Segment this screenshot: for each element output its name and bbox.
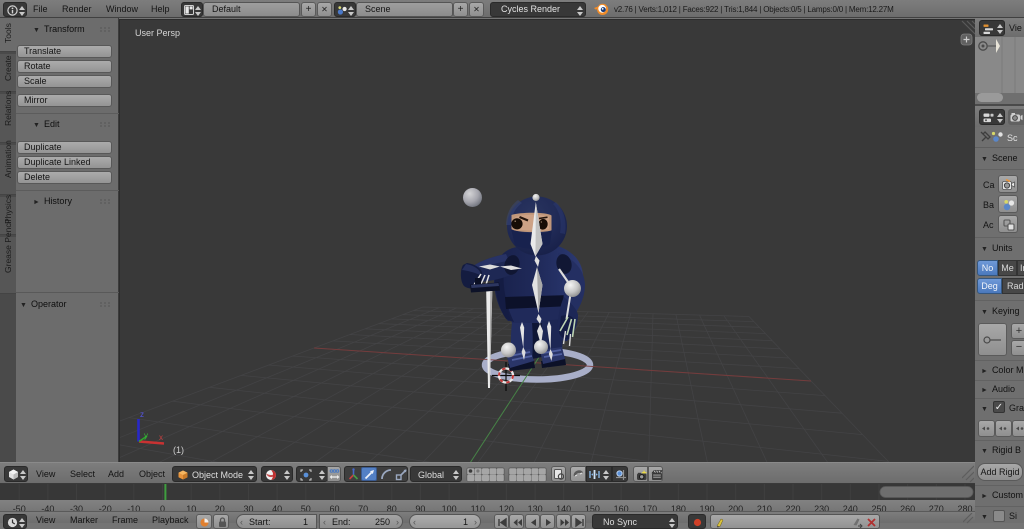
svg-text:(1): (1)	[173, 445, 184, 455]
svg-text:z: z	[140, 410, 144, 419]
svg-text:y: y	[144, 431, 148, 440]
svg-text:Sc: Sc	[1007, 133, 1018, 143]
svg-text:User Persp: User Persp	[135, 28, 180, 38]
svg-text:x: x	[159, 433, 163, 442]
